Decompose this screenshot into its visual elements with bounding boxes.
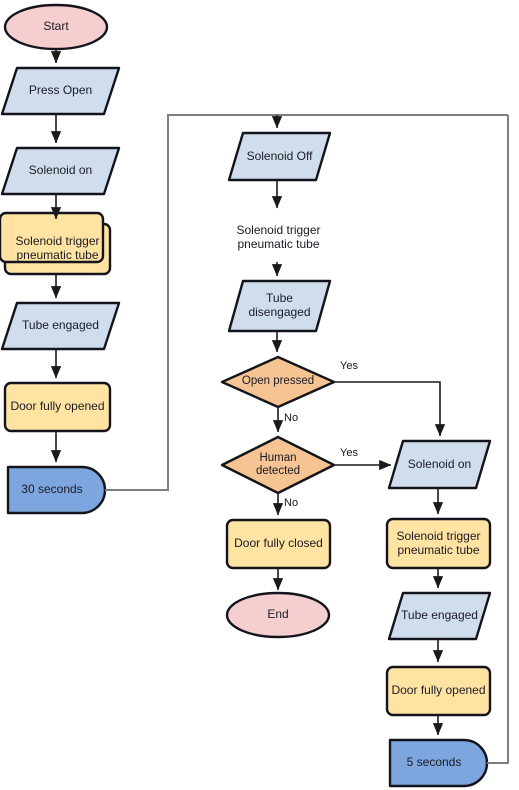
edge-open-pressed-yes — [334, 381, 446, 437]
node-label: Door fully opened — [391, 683, 486, 698]
node-delay-5-seconds[interactable]: 5 seconds — [390, 740, 478, 786]
node-solenoid-off[interactable]: Solenoid Off — [229, 133, 330, 180]
node-tube-disengaged[interactable]: Tube disengaged — [229, 281, 330, 331]
node-label: Solenoid trigger pneumatic tube — [396, 528, 481, 557]
node-label: End — [267, 607, 289, 622]
node-solenoid-on-1[interactable]: Solenoid on — [2, 148, 119, 194]
node-label: Tube engaged — [401, 608, 478, 623]
node-label: Press Open — [28, 83, 93, 98]
edge-label-open-pressed-yes: Yes — [340, 360, 358, 372]
node-label: Tube engaged — [22, 318, 99, 333]
edge-label-human-detected-yes: Yes — [340, 447, 358, 459]
node-open-pressed[interactable]: Open pressed — [222, 357, 334, 407]
node-label: Start — [43, 19, 69, 34]
node-door-fully-opened-2[interactable]: Door fully opened — [387, 667, 490, 715]
node-start[interactable]: Start — [5, 5, 107, 49]
node-solenoid-trigger-1[interactable]: Solenoid trigger pneumatic tube — [5, 224, 110, 274]
node-solenoid-trigger-3[interactable]: Solenoid trigger pneumatic tube — [387, 519, 490, 568]
node-label: Solenoid trigger pneumatic tube — [15, 234, 100, 262]
node-tube-engaged-2[interactable]: Tube engaged — [389, 593, 490, 639]
node-label: 30 seconds — [21, 482, 83, 497]
node-door-fully-closed[interactable]: Door fully closed — [227, 520, 330, 568]
node-label: Solenoid on — [28, 163, 93, 178]
node-tube-engaged-1[interactable]: Tube engaged — [2, 303, 119, 349]
node-door-fully-opened-1[interactable]: Door fully opened — [5, 383, 110, 431]
node-delay-30-seconds[interactable]: 30 seconds — [8, 467, 96, 513]
node-label: Solenoid Off — [246, 148, 313, 163]
edge-label-open-pressed-no: No — [284, 412, 299, 424]
node-solenoid-on-2[interactable]: Solenoid on — [389, 441, 490, 488]
node-label: Solenoid trigger pneumatic tube — [236, 222, 321, 251]
node-label: Open pressed — [241, 375, 315, 388]
node-label: Door fully closed — [234, 536, 323, 551]
flowchart-canvas: Start Press Open Solenoid on Solenoid tr… — [0, 0, 519, 790]
node-human-detected[interactable]: Human detected — [222, 437, 334, 493]
node-label: Solenoid on — [407, 456, 472, 471]
edge-delay5-loop-return — [487, 115, 509, 764]
node-label: 5 seconds — [406, 755, 462, 770]
node-label: Door fully opened — [10, 399, 105, 414]
node-label: Human detected — [255, 451, 301, 477]
node-label: Tube disengaged — [248, 291, 311, 319]
edge-label-human-detected-no: No — [284, 497, 299, 509]
node-press-open[interactable]: Press Open — [2, 68, 119, 114]
node-solenoid-trigger-2[interactable]: Solenoid trigger pneumatic tube — [227, 213, 330, 262]
node-end[interactable]: End — [227, 593, 329, 637]
